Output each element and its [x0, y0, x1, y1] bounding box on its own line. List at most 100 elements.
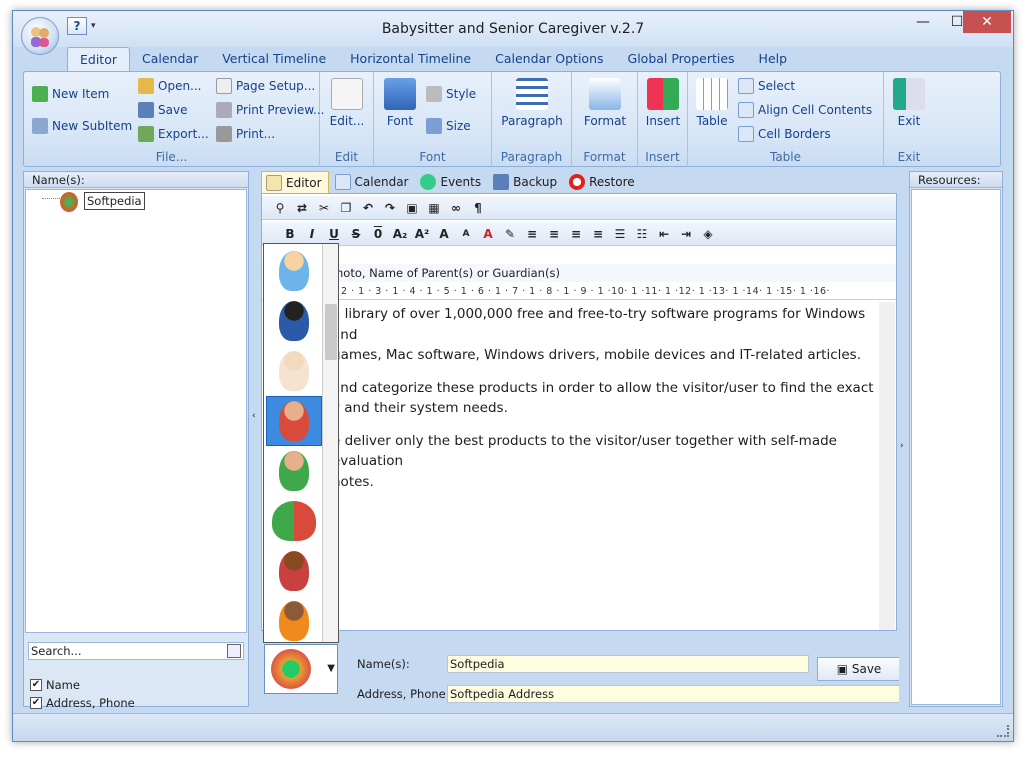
grow-font-icon[interactable]: A — [436, 227, 452, 241]
bullets-icon[interactable]: ☰ — [612, 227, 628, 241]
align-left-icon[interactable]: ≡ — [524, 227, 540, 241]
doc-tab-backup[interactable]: Backup — [489, 171, 563, 193]
print-button[interactable]: Print... — [216, 126, 275, 142]
document-body[interactable]: a library of over 1,000,000 free and fre… — [332, 304, 876, 504]
tab-global-properties[interactable]: Global Properties — [616, 47, 747, 71]
avatar-option[interactable] — [266, 446, 322, 496]
overline-icon[interactable]: 0 — [370, 227, 386, 241]
subscript-icon[interactable]: A₂ — [392, 227, 408, 241]
copy-icon[interactable]: ❐ — [338, 201, 354, 215]
font-color-icon[interactable]: A — [480, 227, 496, 241]
avatar-option[interactable] — [266, 296, 322, 346]
left-splitter[interactable]: ‹ — [251, 171, 259, 707]
export-button[interactable]: Export... — [138, 126, 209, 142]
link-icon[interactable]: ∞ — [448, 201, 464, 215]
cell-borders-button[interactable]: Cell Borders — [738, 126, 831, 142]
collapse-right-icon[interactable]: › — [900, 441, 904, 451]
open-button[interactable]: Open... — [138, 78, 202, 94]
address-checkbox-row[interactable]: ✔ Address, Phone — [30, 696, 135, 710]
page-setup-button[interactable]: Page Setup... — [216, 78, 315, 94]
address-field[interactable]: Softpedia Address — [447, 685, 901, 703]
avatar-option[interactable] — [266, 246, 322, 296]
insert-button[interactable]: Insert — [638, 78, 688, 128]
avatar-option[interactable] — [266, 496, 322, 546]
italic-icon[interactable]: I — [304, 227, 320, 241]
avatar-option[interactable] — [266, 596, 322, 646]
avatar-option[interactable] — [266, 546, 322, 596]
numbering-icon[interactable]: ☷ — [634, 227, 650, 241]
strikethrough-icon[interactable]: S — [348, 227, 364, 241]
save-button[interactable]: ▣ Save — [817, 657, 901, 681]
outdent-icon[interactable]: ⇤ — [656, 227, 672, 241]
name-checkbox-row[interactable]: ✔ Name — [30, 678, 80, 692]
edit-button[interactable]: Edit... — [320, 78, 374, 128]
redo-icon[interactable]: ↷ — [382, 201, 398, 215]
insert-image-icon[interactable]: ▣ — [404, 201, 420, 215]
exit-button[interactable]: Exit — [884, 78, 934, 128]
fill-color-icon[interactable]: ◈ — [700, 227, 716, 241]
doc-tab-restore[interactable]: Restore — [565, 171, 641, 193]
group-file-label[interactable]: File... — [24, 149, 319, 165]
tab-horizontal-timeline[interactable]: Horizontal Timeline — [338, 47, 483, 71]
select-button[interactable]: Select — [738, 78, 795, 94]
align-cell-contents-button[interactable]: Align Cell Contents — [738, 102, 872, 118]
cut-icon[interactable]: ✂ — [316, 201, 332, 215]
superscript-icon[interactable]: A² — [414, 227, 430, 241]
doc-tab-events[interactable]: Events — [416, 171, 487, 193]
bold-icon[interactable]: B — [282, 227, 298, 241]
insert-table-icon[interactable]: ▦ — [426, 201, 442, 215]
align-right-icon[interactable]: ≡ — [568, 227, 584, 241]
tree-item-softpedia[interactable]: Softpedia — [84, 192, 145, 210]
replace-icon[interactable]: ⇄ — [294, 201, 310, 215]
highlight-icon[interactable]: ✎ — [502, 227, 518, 241]
tab-help[interactable]: Help — [747, 47, 800, 71]
editor-scrollbar[interactable] — [879, 302, 895, 630]
right-splitter[interactable]: › — [899, 171, 907, 707]
undo-icon[interactable]: ↶ — [360, 201, 376, 215]
dropdown-scroll-thumb[interactable] — [325, 304, 337, 360]
name-checkbox[interactable]: ✔ — [30, 679, 42, 691]
dropdown-scrollbar[interactable] — [322, 244, 338, 642]
app-menu-button[interactable] — [21, 17, 59, 55]
save-ribbon-button[interactable]: Save — [138, 102, 187, 118]
shrink-font-icon[interactable]: A — [458, 229, 474, 239]
style-button[interactable]: Style — [426, 86, 476, 102]
avatar-dropdown-list[interactable] — [263, 243, 339, 643]
avatar-option-selected[interactable] — [266, 396, 322, 446]
justify-icon[interactable]: ≡ — [590, 227, 606, 241]
name-field[interactable]: Softpedia — [447, 655, 809, 673]
collapse-left-icon[interactable]: ‹ — [252, 411, 256, 421]
avatar-option[interactable] — [266, 346, 322, 396]
new-subitem-button[interactable]: New SubItem — [32, 118, 132, 134]
avatar-combo[interactable]: ▼ — [264, 644, 338, 694]
names-tree[interactable]: Softpedia — [25, 189, 247, 633]
table-button[interactable]: Table — [692, 78, 732, 128]
ruler[interactable]: · 2 · 1 · 3 · 1 · 4 · 1 · 5 · 1 · 6 · 1 … — [262, 284, 896, 300]
print-preview-button[interactable]: Print Preview... — [216, 102, 324, 118]
paragraph-button[interactable]: Paragraph — [492, 78, 572, 128]
format-button[interactable]: Format — [572, 78, 638, 128]
name-field-label: Name(s): — [357, 657, 410, 671]
chevron-down-icon[interactable]: ▼ — [327, 663, 335, 674]
tab-calendar-options[interactable]: Calendar Options — [483, 47, 615, 71]
address-checkbox[interactable]: ✔ — [30, 697, 42, 709]
indent-icon[interactable]: ⇥ — [678, 227, 694, 241]
size-button[interactable]: Size — [426, 118, 471, 134]
pilcrow-icon[interactable]: ¶ — [470, 201, 486, 215]
font-button[interactable]: Font — [378, 78, 422, 128]
doc-tab-calendar[interactable]: Calendar — [331, 171, 415, 193]
resize-grip[interactable] — [997, 725, 1009, 737]
underline-icon[interactable]: U — [326, 227, 342, 241]
find-icon[interactable]: ⚲ — [272, 201, 288, 215]
align-center-icon[interactable]: ≡ — [546, 227, 562, 241]
search-input[interactable]: Search... — [28, 642, 244, 660]
close-button[interactable]: ✕ — [963, 11, 1011, 33]
tab-vertical-timeline[interactable]: Vertical Timeline — [210, 47, 338, 71]
binoculars-search-icon[interactable] — [227, 644, 241, 658]
new-item-button[interactable]: New Item — [32, 86, 109, 102]
rich-text-editor[interactable]: ⚲ ⇄ ✂ ❐ ↶ ↷ ▣ ▦ ∞ ¶ B I U S 0 A₂ A² A A A ✎ ≡ ≡ ≡ ≡ ☰ ☷ ⇤ ⇥ ◈ hoto, … — [261, 193, 897, 631]
tab-calendar[interactable]: Calendar — [130, 47, 210, 71]
doc-tab-editor[interactable]: Editor — [261, 171, 329, 193]
resources-list[interactable] — [911, 189, 1001, 705]
tab-editor[interactable]: Editor — [67, 47, 130, 71]
